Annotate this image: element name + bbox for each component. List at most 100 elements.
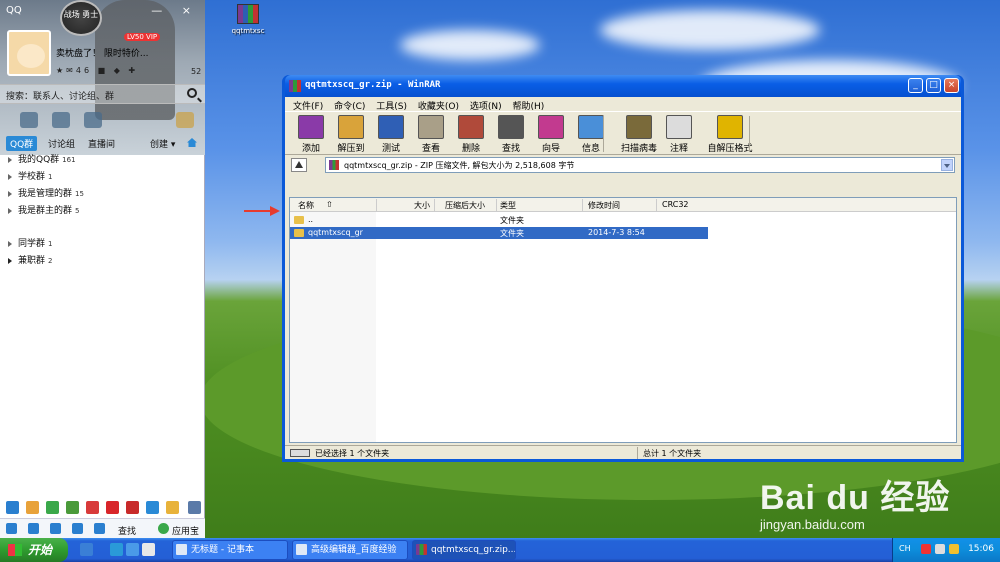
lottery-app-icon[interactable] [126, 501, 139, 514]
table-row[interactable]: .. 文件夹 [290, 214, 708, 226]
tencent-app-icon[interactable] [46, 501, 59, 514]
up-folder-button[interactable] [291, 158, 307, 172]
tool-info-button[interactable]: 信息 [571, 115, 611, 154]
sort-up-icon: ⇧ [326, 200, 333, 209]
tab-discussions[interactable]: 讨论组 [44, 136, 79, 151]
clock: 15:06 [968, 544, 994, 554]
tool-wizard-button[interactable]: 向导 [531, 115, 571, 154]
create-button[interactable]: 创建 ▾ [146, 136, 179, 151]
desktop-icon-archive[interactable]: qqtmtxsc [228, 4, 268, 35]
title-bar[interactable]: qqtmtxscq_gr.zip - WinRAR _ □ × [285, 75, 961, 97]
archive-icon [329, 160, 339, 170]
toolbar-separator [749, 116, 750, 152]
task-browser[interactable]: 高级编辑器_百度经验 [292, 540, 408, 560]
speaker-icon[interactable] [949, 544, 959, 554]
task-notepad[interactable]: 无标题 - 记事本 [172, 540, 288, 560]
avatar[interactable] [7, 30, 51, 76]
task-winrar[interactable]: qqtmtxscq_gr.zip... [412, 540, 516, 560]
security-app-icon[interactable] [146, 501, 159, 514]
speaker-icon[interactable] [50, 523, 61, 534]
expand-icon [8, 156, 12, 163]
tool-scan-button[interactable]: 扫描病毒 [617, 115, 661, 154]
app-store-button[interactable]: 应用宝 [172, 524, 199, 537]
media-icon[interactable] [126, 543, 139, 556]
network-icon[interactable] [935, 544, 945, 554]
home-icon[interactable] [187, 138, 197, 147]
qq-category-icons [0, 106, 205, 134]
stock-app-icon[interactable] [86, 501, 99, 514]
folder-icon [294, 216, 304, 224]
tool-label: 添加 [301, 144, 320, 154]
game-app-icon[interactable] [26, 501, 39, 514]
windows-logo-icon [8, 544, 22, 556]
comment-icon [666, 115, 692, 139]
cloud [600, 10, 820, 50]
list-item[interactable]: 我是管理的群 15 [0, 186, 205, 203]
tab-qq-groups[interactable]: QQ群 [6, 136, 38, 151]
tool-delete-button[interactable]: 删除 [451, 115, 491, 154]
maximize-button[interactable]: □ [926, 78, 941, 93]
tool-comment-button[interactable]: 注释 [659, 115, 699, 154]
toolbar: 添加 解压到 测试 查看 删除 查找 向导 信息 扫描病毒 注释 自解压格式 [285, 111, 961, 155]
list-item[interactable]: 我是群主的群 5 [0, 203, 205, 220]
qq-window-buttons[interactable]: — × [151, 4, 199, 17]
tool-label: 信息 [581, 144, 600, 154]
video-app-icon[interactable] [66, 501, 79, 514]
shield-app-icon[interactable] [6, 501, 19, 514]
list-item[interactable]: 我的QQ群 161 [0, 152, 205, 169]
search-input[interactable]: 搜索：联系人、讨论组、群 [6, 89, 114, 102]
column-size[interactable]: 大小 [414, 200, 430, 211]
close-button[interactable]: × [944, 78, 959, 93]
tool-add-button[interactable]: 添加 [291, 115, 331, 154]
tray-icon[interactable] [921, 544, 931, 554]
qq-status-text[interactable]: 卖枕盘了！ 限时特价... [56, 46, 148, 59]
start-button[interactable]: 开始 [0, 538, 68, 562]
column-crc32[interactable]: CRC32 [662, 200, 689, 209]
minimize-button[interactable]: _ [908, 78, 923, 93]
tab-live[interactable]: 直播间 [84, 136, 119, 151]
search-icon[interactable] [187, 88, 197, 98]
menu-icon[interactable] [6, 523, 17, 534]
file-list: 名称 ⇧ 大小 压缩后大小 类型 修改时间 CRC32 .. 文件夹 qqtmt… [289, 197, 957, 443]
find-button[interactable]: 查找 [118, 524, 136, 537]
list-item[interactable]: 学校群 1 [0, 169, 205, 186]
qq-tabs: QQ群 讨论组 直播间 创建 ▾ [0, 134, 205, 152]
gear-icon[interactable] [28, 523, 39, 534]
column-packed[interactable]: 压缩后大小 [445, 200, 485, 211]
delete-icon [458, 115, 484, 139]
tool-sfx-button[interactable]: 自解压格式 [705, 115, 755, 154]
tool-test-button[interactable]: 测试 [371, 115, 411, 154]
groups-icon[interactable] [52, 112, 70, 128]
desktop-icon-label: qqtmtxsc [231, 27, 265, 35]
expand-icon [8, 173, 12, 180]
tool-find-button[interactable]: 查找 [491, 115, 531, 154]
jd-app-icon[interactable] [106, 501, 119, 514]
taskbar: 开始 无标题 - 记事本 高级编辑器_百度经验 qqtmtxscq_gr.zip… [0, 538, 1000, 562]
tool-label: 测试 [381, 144, 400, 154]
ie-icon[interactable] [110, 543, 123, 556]
column-modified[interactable]: 修改时间 [588, 200, 620, 211]
input-language[interactable]: CH [899, 544, 911, 553]
table-row[interactable]: qqtmtxscq_gr 文件夹 2014-7-3 8:54 [290, 227, 708, 239]
grid-app-icon[interactable] [188, 501, 201, 514]
list-item[interactable]: 兼职群 2 [0, 253, 205, 270]
chevron-down-icon[interactable] [941, 159, 953, 171]
quick-launch-icon[interactable] [80, 543, 93, 556]
file-icon[interactable] [94, 523, 105, 534]
qq-status-icons[interactable]: ★✉46 ■ ◆ ✚ [56, 66, 138, 75]
tool-view-button[interactable]: 查看 [411, 115, 451, 154]
extract-icon [338, 115, 364, 139]
list-item[interactable]: 同学群 1 [0, 236, 205, 253]
mail-icon[interactable] [72, 523, 83, 534]
app-store-icon[interactable] [158, 523, 169, 534]
contacts-icon[interactable] [20, 112, 38, 128]
column-name[interactable]: 名称 [298, 200, 314, 211]
archive-path-field[interactable]: qqtmtxscq_gr.zip - ZIP 压缩文件, 解包大小为 2,518… [325, 157, 955, 173]
tool-extract-button[interactable]: 解压到 [331, 115, 371, 154]
desktop-icon[interactable] [142, 543, 155, 556]
message-icon[interactable] [176, 112, 194, 128]
column-type[interactable]: 类型 [500, 200, 516, 211]
qq-search-bar[interactable]: 搜索：联系人、讨论组、群 [0, 84, 205, 104]
recent-icon[interactable] [84, 112, 102, 128]
pet-app-icon[interactable] [166, 501, 179, 514]
